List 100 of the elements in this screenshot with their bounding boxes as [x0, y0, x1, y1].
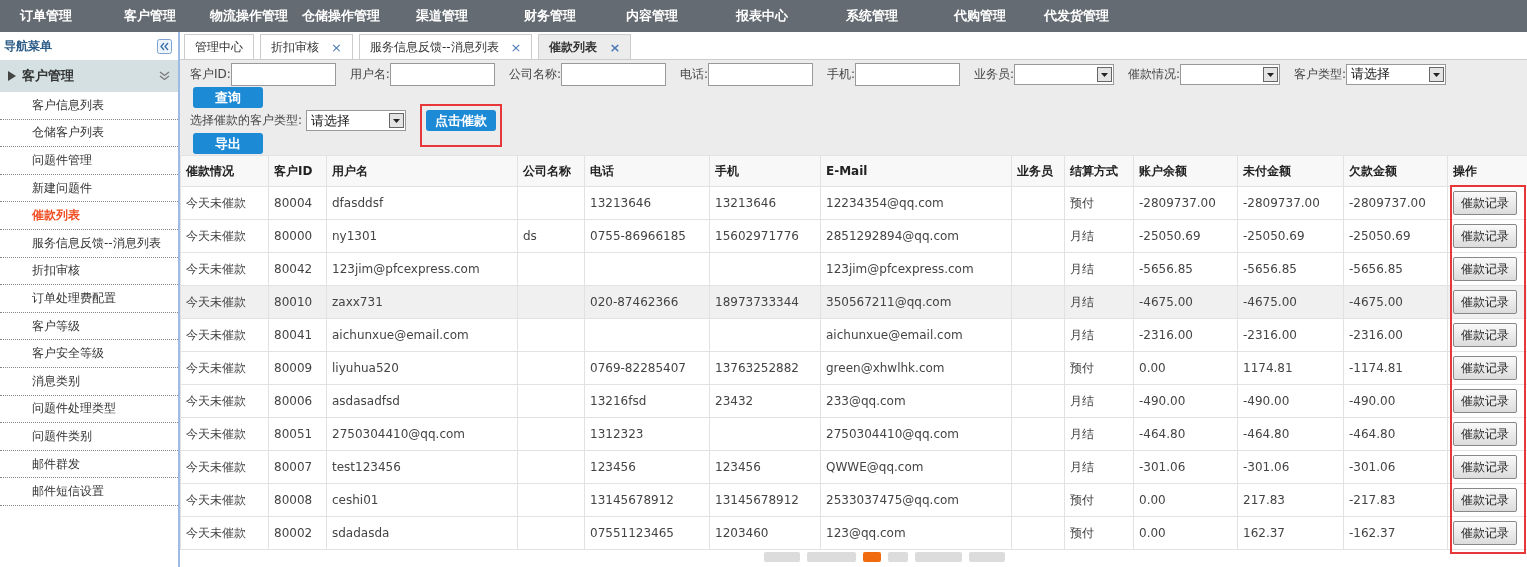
sidebar-section[interactable]: 客户管理 — [0, 60, 178, 92]
table-cell: 23432 — [709, 384, 821, 418]
select-field[interactable]: 请选择 — [1346, 63, 1447, 85]
field-label: 手机: — [826, 65, 855, 83]
table-row[interactable]: 今天未催款 80000 ny1301 ds 0755-86966185 15602971776 2851292894@qq.com 月结 -25050.69 -25050.69 -25050.69 催款记录 — [180, 219, 1527, 253]
close-icon[interactable]: × — [331, 39, 342, 55]
select-field[interactable]: 请选择 — [306, 110, 407, 131]
table-cell: -2316.00 — [1237, 318, 1344, 352]
record-button[interactable]: 催款记录 — [1453, 191, 1517, 215]
table-cell: 123@qq.com — [820, 516, 1012, 550]
menu-item[interactable]: 代购管理 — [954, 7, 1006, 25]
sidebar-item[interactable]: 仓储客户列表 — [0, 119, 178, 148]
record-button[interactable]: 催款记录 — [1453, 455, 1517, 479]
sidebar-item[interactable]: 服务信息反馈--消息列表 — [0, 229, 178, 258]
menu-item[interactable]: 报表中心 — [736, 7, 788, 25]
table-row[interactable]: 今天未催款 80007 test123456 123456 123456 QWWE@qq.com 月结 -301.06 -301.06 -301.06 催款记录 — [180, 450, 1527, 484]
menu-item[interactable]: 内容管理 — [626, 7, 678, 25]
menu-item[interactable]: 代发货管理 — [1044, 7, 1109, 25]
sidebar-item[interactable]: 问题件管理 — [0, 147, 178, 175]
table-cell: -490.00 — [1133, 384, 1238, 418]
table-cell — [517, 285, 585, 319]
record-button[interactable]: 催款记录 — [1453, 224, 1517, 248]
table-cell — [1011, 186, 1065, 220]
query-button[interactable]: 查询 — [193, 87, 263, 108]
sidebar-item[interactable]: 问题件类别 — [0, 423, 178, 451]
table-cell: -2809737.00 — [1133, 186, 1238, 220]
table-row[interactable]: 今天未催款 80009 liyuhua520 0769-82285407 13763252882 green@xhwlhk.com 预付 0.00 1174.81 -1174.81 催款记录 — [180, 351, 1527, 385]
field-label: 客户ID: — [190, 65, 231, 83]
sidebar-item[interactable]: 折扣审核 — [0, 257, 178, 286]
sidebar-item[interactable]: 客户等级 — [0, 312, 178, 341]
table-cell: -490.00 — [1237, 384, 1344, 418]
menu-item[interactable]: 订单管理 — [20, 7, 72, 25]
menu-item[interactable]: 客户管理 — [124, 7, 176, 25]
close-icon[interactable]: × — [510, 39, 522, 55]
caret-icon — [1263, 66, 1279, 82]
sidebar-item[interactable]: 订单处理费配置 — [0, 285, 178, 313]
field-label: 选择催款的客户类型: — [190, 112, 303, 129]
field-label: 业务员: — [974, 65, 1015, 83]
sidebar-item[interactable]: 邮件短信设置 — [0, 478, 178, 506]
tab[interactable]: 管理中心 — [184, 34, 254, 59]
table-cell: 月结 — [1064, 285, 1134, 319]
export-button[interactable]: 导出 — [193, 133, 263, 154]
table-row[interactable]: 今天未催款 80006 asdasadfsd 13216fsd 23432 233@qq.com 月结 -490.00 -490.00 -490.00 催款记录 — [180, 384, 1527, 418]
record-button[interactable]: 催款记录 — [1453, 488, 1517, 512]
record-button[interactable]: 催款记录 — [1453, 290, 1517, 314]
table-cell: 13145678912 — [584, 483, 710, 517]
table-row[interactable]: 今天未催款 80004 dfasddsf 13213646 13213646 12234354@qq.com 预付 -2809737.00 -2809737.00 -2809737.00 催款记录 — [180, 186, 1527, 220]
select-field[interactable] — [1014, 63, 1115, 85]
input-field[interactable] — [389, 62, 495, 86]
table-cell: 今天未催款 — [180, 516, 269, 550]
table-row[interactable]: 今天未催款 80002 sdadasda 07551123465 1203460 123@qq.com 预付 0.00 162.37 -162.37 催款记录 — [180, 516, 1527, 550]
table-cell: 今天未催款 — [180, 417, 269, 451]
input-field[interactable] — [230, 62, 336, 86]
table-cell: -25050.69 — [1133, 219, 1238, 253]
sidebar-item[interactable]: 客户信息列表 — [0, 92, 178, 120]
table-cell: -4675.00 — [1343, 285, 1448, 319]
table-row[interactable]: 今天未催款 80042 123jim@pfcexpress.com 123jim@pfcexpress.com 月结 -5656.85 -5656.85 -5656.85 催款记录 — [180, 252, 1527, 286]
menu-item[interactable]: 渠道管理 — [416, 7, 468, 25]
menu-item[interactable]: 仓储操作管理 — [302, 7, 380, 25]
sidebar-item[interactable]: 消息类别 — [0, 367, 178, 396]
menu-item[interactable]: 物流操作管理 — [210, 7, 288, 25]
record-button[interactable]: 催款记录 — [1453, 521, 1517, 545]
table-cell — [1011, 219, 1065, 253]
tab[interactable]: 折扣审核 × — [260, 34, 353, 59]
table-row[interactable]: 今天未催款 80041 aichunxue@email.com aichunxue@email.com 月结 -2316.00 -2316.00 -2316.00 催款记录 — [180, 318, 1527, 352]
input-field[interactable] — [560, 62, 666, 86]
table-cell — [517, 384, 585, 418]
record-button[interactable]: 催款记录 — [1453, 323, 1517, 347]
tab[interactable]: 服务信息反馈--消息列表 × — [358, 34, 533, 59]
table-row[interactable]: 今天未催款 80051 2750304410@qq.com 1312323 2750304410@qq.com 月结 -464.80 -464.80 -464.80 催款记录 — [180, 417, 1527, 451]
sidebar-item[interactable]: 新建问题件 — [0, 174, 178, 203]
caret-icon — [389, 113, 405, 128]
table-cell: 今天未催款 — [180, 219, 269, 253]
menu-item[interactable]: 系统管理 — [846, 7, 898, 25]
table-cell: 2750304410@qq.com — [820, 417, 1012, 451]
record-button[interactable]: 催款记录 — [1453, 422, 1517, 446]
input-field[interactable] — [707, 62, 813, 86]
collapse-icon[interactable] — [157, 38, 172, 54]
table-row[interactable]: 今天未催款 80010 zaxx731 020-87462366 18973733344 350567211@qq.com 月结 -4675.00 -4675.00 -4675.00 催款记录 — [180, 285, 1527, 319]
record-button[interactable]: 催款记录 — [1453, 257, 1517, 281]
table-cell: 2851292894@qq.com — [820, 219, 1012, 253]
table-row[interactable]: 今天未催款 80008 ceshi01 13145678912 13145678912 2533037475@qq.com 预付 0.00 217.83 -217.83 催款记录 — [180, 483, 1527, 517]
page-button[interactable] — [863, 552, 881, 562]
sidebar-item[interactable]: 催款列表 — [0, 202, 178, 230]
select-field[interactable] — [1180, 63, 1281, 85]
table-cell: -1174.81 — [1343, 351, 1448, 385]
record-button[interactable]: 催款记录 — [1453, 356, 1517, 380]
sidebar-item[interactable]: 客户安全等级 — [0, 340, 178, 368]
table-cell: 15602971776 — [709, 219, 821, 253]
menu-item[interactable]: 财务管理 — [524, 7, 576, 25]
sidebar-item[interactable]: 问题件处理类型 — [0, 395, 178, 424]
tab[interactable]: 催款列表 × — [538, 34, 632, 59]
record-button[interactable]: 催款记录 — [1453, 389, 1517, 413]
table-cell: asdasadfsd — [326, 384, 518, 418]
table-cell: 80041 — [268, 318, 327, 352]
input-field[interactable] — [855, 62, 960, 86]
field-label: 催款情况: — [1128, 65, 1181, 83]
close-icon[interactable]: × — [609, 39, 621, 55]
sidebar-item[interactable]: 邮件群发 — [0, 450, 178, 479]
urge-button[interactable]: 点击催款 — [426, 110, 497, 131]
